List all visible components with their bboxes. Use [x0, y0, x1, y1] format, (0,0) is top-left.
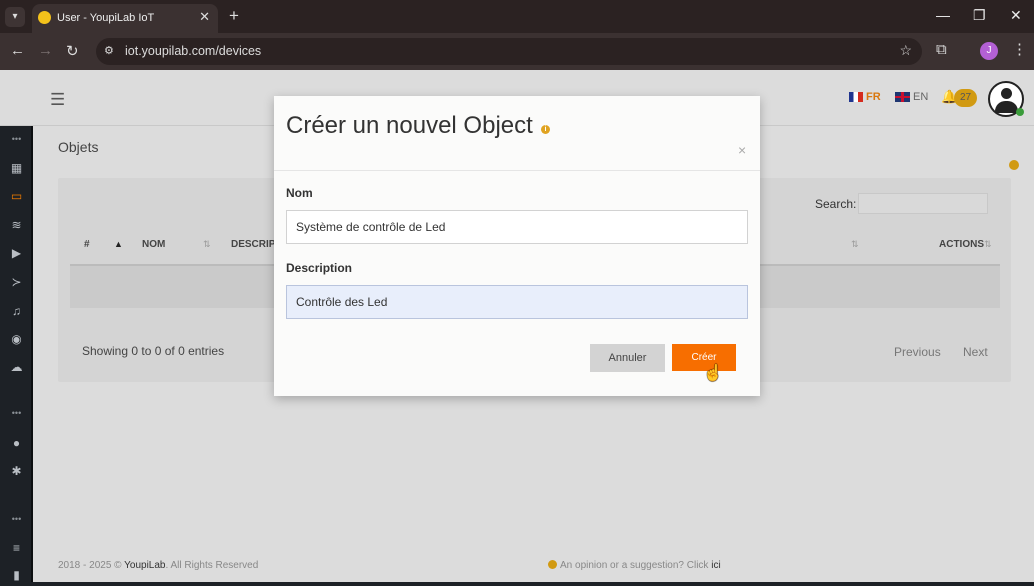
- play-icon[interactable]: ▶: [0, 246, 33, 260]
- browser-toolbar: ← → ↻ ⚙ iot.youpilab.com/devices ☆ ⧉ J ⋮: [0, 33, 1034, 70]
- page-title: Objets: [58, 139, 99, 155]
- devices-icon[interactable]: ▭: [0, 189, 33, 203]
- feedback-text: An opinion or a suggestion? Click: [560, 560, 709, 571]
- modal-divider: [274, 170, 760, 171]
- browser-tab-bar: ▾ User - YoupiLab IoT ✕ + — ❐ ✕: [0, 0, 1034, 33]
- footer-rights: . All Rights Reserved: [165, 560, 259, 571]
- sort-icon[interactable]: ⇅: [851, 239, 859, 250]
- modal-close-icon[interactable]: ×: [738, 142, 746, 158]
- terminal-icon[interactable]: ≻: [0, 275, 33, 289]
- name-label: Nom: [286, 186, 313, 200]
- column-header-name[interactable]: NOM: [142, 239, 165, 250]
- tab-search-button[interactable]: ▾: [5, 7, 25, 27]
- database-icon[interactable]: ≋: [0, 218, 33, 232]
- cancel-button[interactable]: Annuler: [590, 344, 665, 372]
- bell-icon[interactable]: ♫: [0, 304, 33, 318]
- info-icon[interactable]: i: [541, 125, 550, 134]
- address-bar[interactable]: ⚙ iot.youpilab.com/devices ☆: [96, 38, 922, 65]
- create-object-modal: Créer un nouvel Object i × Nom Descripti…: [274, 96, 760, 396]
- footer-brand: YoupiLab: [124, 560, 166, 571]
- sidebar: ••• ▦ ▭ ≋ ▶ ≻ ♫ ◉ ☁ ••• ● ✱ ••• ≡ ▮: [0, 126, 33, 586]
- search-label: Search:: [815, 197, 857, 211]
- url-text[interactable]: iot.youpilab.com/devices: [125, 44, 261, 58]
- sidebar-separator: •••: [11, 514, 22, 524]
- tab-title: User - YoupiLab IoT: [57, 12, 155, 24]
- site-info-icon[interactable]: ⚙: [104, 44, 114, 57]
- tab-close-icon[interactable]: ✕: [199, 9, 210, 25]
- avatar-body: [995, 101, 1018, 113]
- bottom-strip: [0, 582, 1034, 586]
- sidebar-separator: •••: [11, 134, 22, 144]
- profile-avatar[interactable]: J: [980, 42, 998, 60]
- next-page-button[interactable]: Next: [963, 345, 988, 359]
- user-avatar[interactable]: [988, 81, 1024, 117]
- column-header-actions[interactable]: ACTIONS: [939, 239, 984, 250]
- search-input[interactable]: [858, 193, 988, 214]
- modal-title: Créer un nouvel Object: [286, 112, 533, 139]
- favicon-icon: [38, 11, 51, 24]
- layers-icon[interactable]: ≡: [0, 541, 33, 555]
- dashboard-icon[interactable]: ▦: [0, 161, 33, 175]
- android-icon[interactable]: ◉: [0, 332, 33, 346]
- user-icon[interactable]: ●: [0, 436, 33, 450]
- notification-count-badge[interactable]: 27: [954, 89, 978, 107]
- description-label: Description: [286, 261, 353, 275]
- previous-page-button[interactable]: Previous: [894, 345, 941, 359]
- gear-icon[interactable]: ✱: [0, 464, 33, 478]
- hamburger-menu-icon[interactable]: ☰: [50, 90, 65, 110]
- footer-copyright: 2018 - 2025 © YoupiLab. All Rights Reser…: [58, 560, 258, 571]
- copyright-prefix: 2018 - 2025 ©: [58, 560, 122, 571]
- feedback-link[interactable]: ici: [711, 560, 720, 571]
- forward-arrow-icon[interactable]: →: [38, 42, 53, 59]
- language-code: FR: [866, 91, 881, 103]
- column-header-index[interactable]: #: [84, 239, 90, 250]
- name-input[interactable]: [286, 210, 748, 244]
- hand-cursor-icon: ☝: [703, 365, 723, 382]
- language-fr[interactable]: FR: [849, 91, 881, 103]
- back-arrow-icon[interactable]: ←: [10, 42, 25, 59]
- description-input[interactable]: [286, 285, 748, 319]
- language-en[interactable]: EN: [895, 91, 928, 103]
- table-info: Showing 0 to 0 of 0 entries: [82, 344, 225, 358]
- minimize-button[interactable]: —: [936, 7, 950, 23]
- avatar-head: [1001, 88, 1012, 99]
- sort-icon[interactable]: ⇅: [203, 239, 211, 250]
- french-flag-icon: [849, 92, 863, 102]
- book-icon[interactable]: ▮: [0, 568, 33, 582]
- uk-flag-icon: [895, 92, 910, 102]
- settings-dot-icon[interactable]: [1009, 160, 1019, 170]
- sidebar-separator: •••: [11, 408, 22, 418]
- sort-asc-icon[interactable]: ▲: [114, 239, 123, 249]
- cloud-upload-icon[interactable]: ☁: [0, 360, 33, 374]
- bookmark-star-icon[interactable]: ☆: [899, 42, 912, 59]
- restore-button[interactable]: ❐: [973, 7, 986, 24]
- reload-icon[interactable]: ↻: [66, 42, 79, 60]
- new-tab-button[interactable]: +: [229, 6, 239, 26]
- sort-icon[interactable]: ⇅: [984, 239, 992, 250]
- browser-tab[interactable]: User - YoupiLab IoT ✕: [32, 4, 218, 33]
- footer-feedback: An opinion or a suggestion? Click ici: [548, 560, 721, 571]
- feedback-icon: [548, 560, 557, 569]
- extensions-icon[interactable]: ⧉: [936, 41, 947, 58]
- language-code: EN: [913, 91, 929, 103]
- window-close-button[interactable]: ✕: [1010, 7, 1022, 24]
- browser-menu-icon[interactable]: ⋮: [1012, 40, 1027, 58]
